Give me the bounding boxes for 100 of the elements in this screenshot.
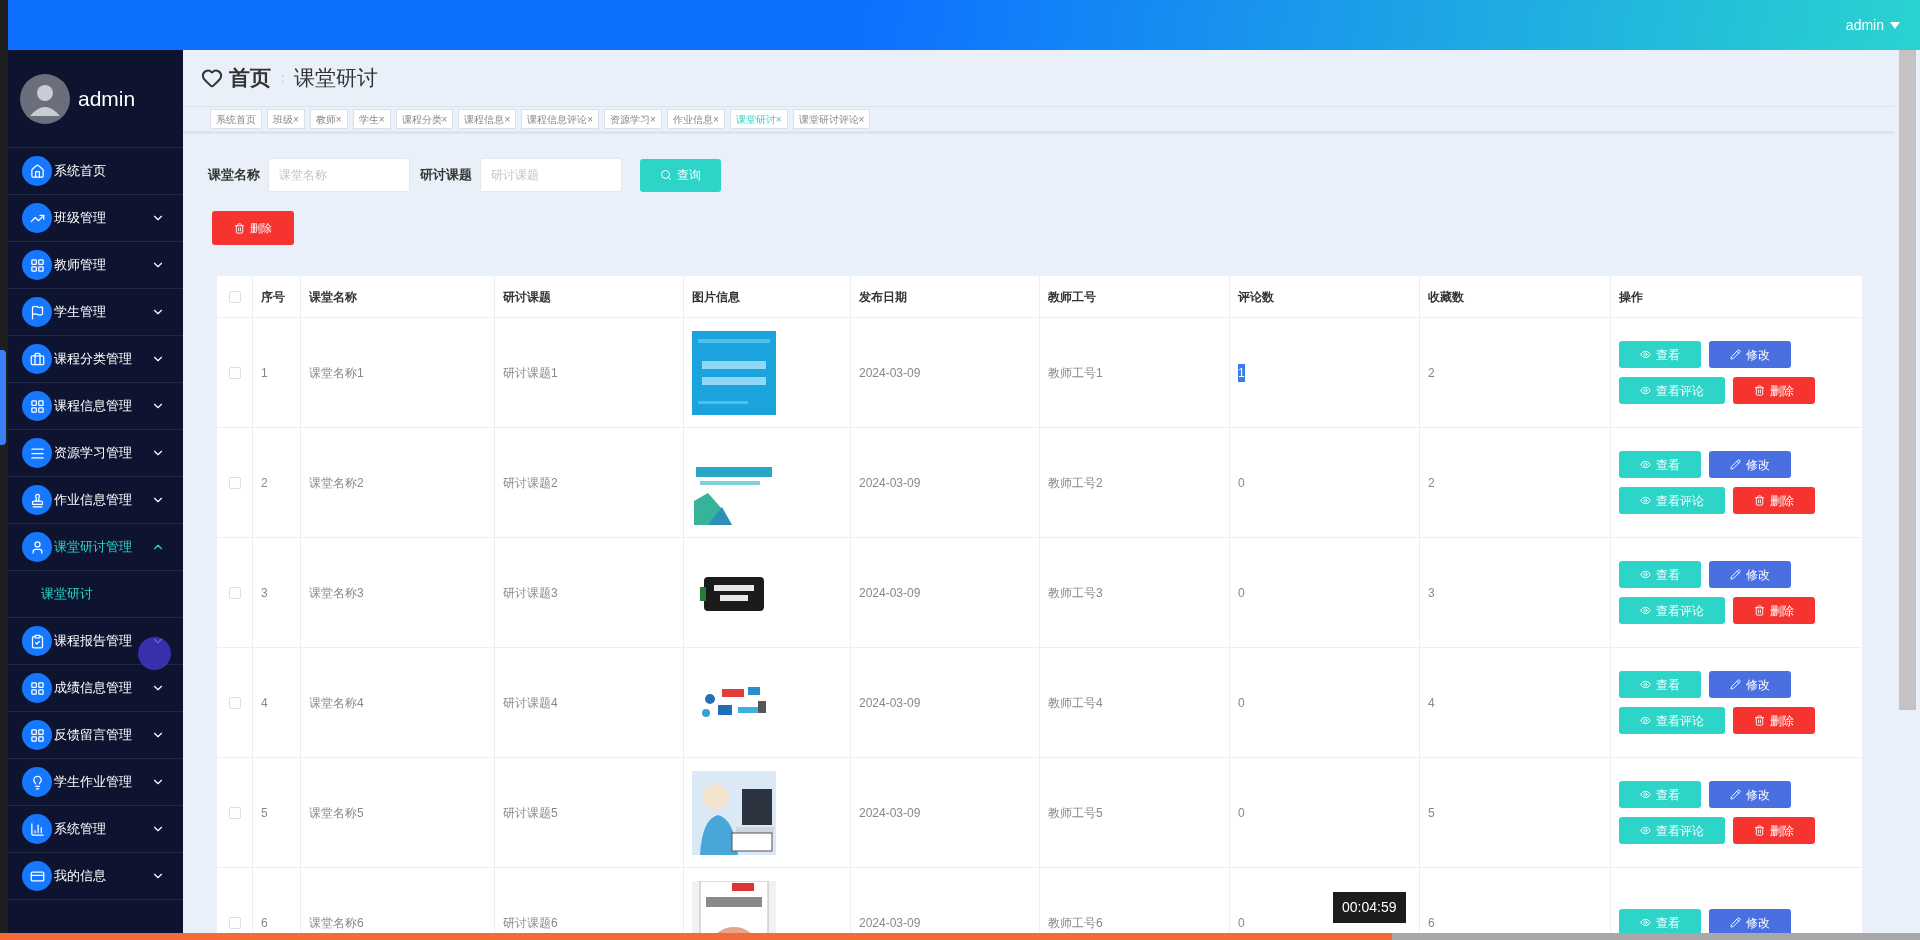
pencil-icon [1730, 459, 1741, 470]
user-name: admin [78, 85, 136, 112]
search-field[interactable]: 研讨课题 [480, 158, 622, 192]
menu-item[interactable]: 资源学习管理 [8, 430, 183, 477]
menu-item[interactable]: 班级管理 [8, 195, 183, 242]
eye-icon [1640, 789, 1651, 800]
table-cell-text: 教师工号5 [1048, 804, 1103, 822]
checkbox[interactable] [228, 290, 241, 303]
table-cell-text: 2 [261, 474, 268, 492]
checkbox[interactable] [228, 696, 241, 709]
menu-item[interactable]: 学生作业管理 [8, 759, 183, 806]
tab-close[interactable]: × [712, 111, 719, 127]
table-cell-text: 0 [1238, 584, 1245, 602]
menu-item[interactable]: 课堂研讨管理 [8, 524, 183, 571]
side-tab[interactable] [0, 350, 6, 445]
table-cell-text: 0 [1238, 804, 1245, 822]
field-label: 研讨课题 [420, 166, 472, 185]
video-progress-bar[interactable] [0, 933, 1920, 940]
table-cell-text: 3 [1428, 584, 1435, 602]
breadcrumb-home[interactable]: 首页 [229, 62, 271, 94]
menu-item[interactable]: 系统首页 [8, 148, 183, 195]
trash-icon [1754, 825, 1765, 836]
menu-item[interactable]: 学生管理 [8, 289, 183, 336]
edit-button[interactable]: 修改 [1709, 671, 1791, 698]
delete-button[interactable]: 删除 [1733, 597, 1815, 624]
search-field[interactable]: 课堂名称 [268, 158, 410, 192]
table-cell-text: 1 [261, 364, 268, 382]
scrollbar[interactable] [1899, 50, 1916, 710]
stamp-icon [29, 492, 45, 508]
table-cell-text: 6 [261, 914, 268, 932]
menu-item[interactable]: 作业信息管理 [8, 477, 183, 524]
checkbox[interactable] [228, 366, 241, 379]
page-tab[interactable]: 资源学习× [604, 109, 662, 129]
table-cell-text: 2024-03-09 [859, 804, 921, 822]
column-header: 教师工号 [1048, 288, 1096, 306]
table-cell-text: 研讨课题3 [503, 584, 558, 602]
column-header: 评论数 [1238, 288, 1274, 306]
page-tab[interactable]: 课堂研讨评论× [792, 109, 871, 129]
tab-close[interactable]: × [587, 111, 594, 127]
tab-close[interactable]: × [378, 111, 385, 127]
tab-close[interactable]: × [441, 111, 448, 127]
edit-button[interactable]: 修改 [1709, 561, 1791, 588]
table-cell-text: 0 [1238, 474, 1245, 492]
tab-close[interactable]: × [293, 111, 299, 127]
menu-item[interactable]: 我的信息 [8, 853, 183, 900]
menu-label: 课堂研讨管理 [54, 538, 133, 557]
eye-icon [1640, 679, 1651, 690]
table-cell-text: 2024-03-09 [859, 364, 921, 382]
tab-close[interactable]: × [335, 111, 342, 127]
eye-icon [1640, 569, 1651, 580]
table-cell-text: 研讨课题1 [503, 364, 558, 382]
checkbox[interactable] [228, 916, 241, 929]
page-tab[interactable]: 课程信息× [458, 109, 517, 129]
table-cell-text: 教师工号6 [1048, 914, 1103, 932]
delete-button[interactable]: 删除 [1733, 817, 1815, 844]
tab-close[interactable]: × [650, 111, 656, 127]
table-cell-text: 教师工号1 [1048, 364, 1103, 382]
menu-label: 我的信息 [54, 867, 107, 886]
table-cell-text: 研讨课题5 [503, 804, 558, 822]
menu-item[interactable]: 课程分类管理 [8, 336, 183, 383]
table-cell-text: 5 [1428, 804, 1435, 822]
checkbox[interactable] [228, 476, 241, 489]
table-cell-text: 课堂名称5 [309, 804, 364, 822]
page-tab[interactable]: 作业信息× [666, 109, 725, 129]
delete-button[interactable]: 删除 [1733, 377, 1815, 404]
grid-icon [29, 257, 45, 273]
menu-item[interactable]: 教师管理 [8, 242, 183, 289]
tab-close[interactable]: × [858, 111, 865, 127]
page-tab[interactable]: 课程分类× [395, 109, 454, 129]
menu-item[interactable]: 反馈留言管理 [8, 712, 183, 759]
eye-icon [1640, 385, 1651, 396]
column-header: 发布日期 [859, 288, 907, 306]
table-cell-text: 3 [261, 584, 268, 602]
menu-item[interactable]: 课程信息管理 [8, 383, 183, 430]
clipboard-icon [29, 633, 45, 649]
page-tab[interactable]: 系统首页 [210, 109, 262, 129]
checkbox[interactable] [228, 586, 241, 599]
page-tab[interactable]: 班级× [267, 109, 305, 129]
field-label: 课堂名称 [208, 166, 260, 185]
table-cell-text: 2024-03-09 [859, 474, 921, 492]
table-cell-text: 课堂名称1 [309, 364, 364, 382]
column-header: 研讨课题 [503, 288, 551, 306]
avatar [20, 73, 70, 124]
edit-button[interactable]: 修改 [1709, 341, 1791, 368]
page-tab[interactable]: 学生× [352, 109, 391, 129]
edit-button[interactable]: 修改 [1709, 451, 1791, 478]
page-tab[interactable]: 教师× [309, 109, 348, 129]
menu-item[interactable]: 系统管理 [8, 806, 183, 853]
home-icon [29, 163, 45, 179]
eye-icon [1640, 825, 1651, 836]
page-tab[interactable]: 课程信息评论× [521, 109, 600, 129]
menu-label: 学生管理 [54, 303, 107, 322]
tab-close[interactable]: × [504, 111, 511, 127]
delete-button[interactable]: 删除 [212, 211, 294, 245]
delete-button[interactable]: 删除 [1733, 707, 1815, 734]
checkbox[interactable] [228, 806, 241, 819]
table-cell-text: 课堂名称6 [309, 914, 364, 932]
menu-label: 教师管理 [54, 256, 107, 275]
edit-button[interactable]: 修改 [1709, 781, 1791, 808]
delete-button[interactable]: 删除 [1733, 487, 1815, 514]
